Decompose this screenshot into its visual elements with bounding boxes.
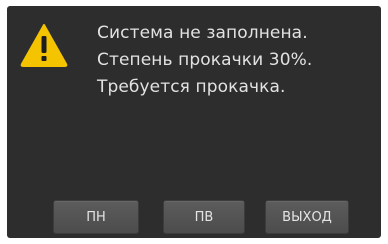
pn-button[interactable]: ПН <box>53 200 139 234</box>
message-line-3: Требуется прокачка. <box>97 77 286 97</box>
exit-button[interactable]: ВЫХОД <box>265 200 349 234</box>
pv-button[interactable]: ПВ <box>163 200 245 234</box>
alert-message: Система не заполнена. Степень прокачки 3… <box>97 20 312 101</box>
message-line-1: Система не заполнена. <box>97 23 308 43</box>
alert-dialog: Система не заполнена. Степень прокачки 3… <box>7 6 381 238</box>
message-line-2: Степень прокачки 30%. <box>97 50 313 70</box>
warning-icon <box>20 24 68 67</box>
